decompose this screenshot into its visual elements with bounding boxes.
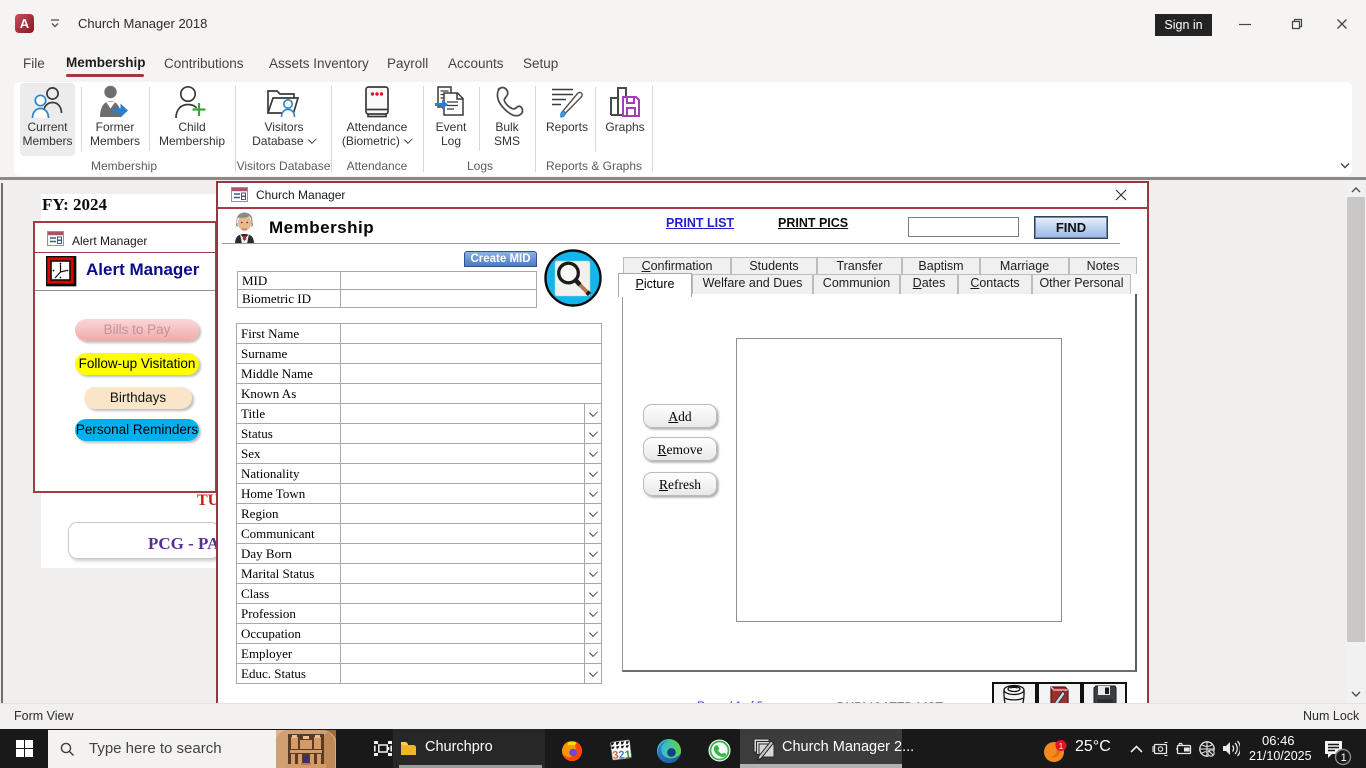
svg-text:1: 1 (1059, 742, 1064, 751)
svg-text:1: 1 (1341, 752, 1347, 764)
